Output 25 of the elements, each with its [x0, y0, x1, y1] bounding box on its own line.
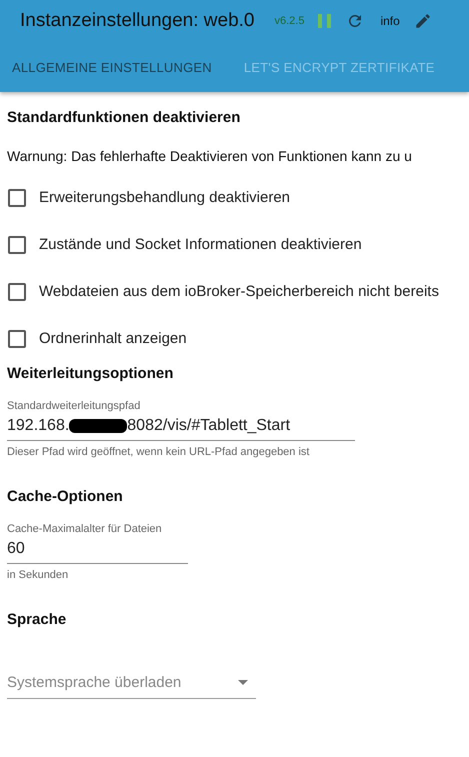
checkbox-label[interactable]: Ordnerinhalt anzeigen: [39, 330, 187, 347]
checkbox[interactable]: [8, 236, 26, 254]
version-label: v6.2.5: [274, 15, 304, 27]
checkbox[interactable]: [8, 282, 26, 300]
input-field[interactable]: 192.168. 8082/vis/#Tablett_Start: [7, 412, 355, 441]
section-title: Weiterleitungsoptionen: [7, 365, 174, 382]
field-label: Standardweiterleitungspfad: [7, 400, 142, 412]
input-field[interactable]: 60: [7, 535, 188, 564]
checkbox[interactable]: [8, 330, 26, 348]
helper-text: Dieser Pfad wird geöffnet, wenn kein URL-Pfad angegeben ist: [7, 446, 310, 458]
window-title: Instanzeinstellungen: web.0: [20, 10, 254, 32]
field-label: Cache-Maximalalter für Dateien: [7, 523, 163, 535]
checkbox-label[interactable]: Erweiterungsbehandlung deaktivieren: [39, 189, 290, 206]
section-title: Sprache: [7, 611, 68, 628]
section-title: Cache-Optionen: [7, 488, 124, 505]
checkbox[interactable]: [8, 188, 26, 206]
caret-icon: [238, 680, 248, 685]
info-link[interactable]: info: [380, 14, 400, 28]
checkbox-label[interactable]: Webdateien aus dem ioBroker-Speicherbereich nicht bereits: [39, 283, 439, 300]
section-title: Standardfunktionen deaktivieren: [7, 109, 242, 126]
checkbox-label[interactable]: Zustände und Socket Informationen deaktivieren: [39, 236, 362, 253]
language-select[interactable]: Systemsprache überladen: [7, 668, 256, 699]
helper-text: in Sekunden: [7, 569, 70, 581]
warning-text: Warnung: Das fehlerhafte Deaktivieren von Funktionen kann zu u: [7, 148, 413, 164]
edit-icon[interactable]: [414, 12, 432, 30]
